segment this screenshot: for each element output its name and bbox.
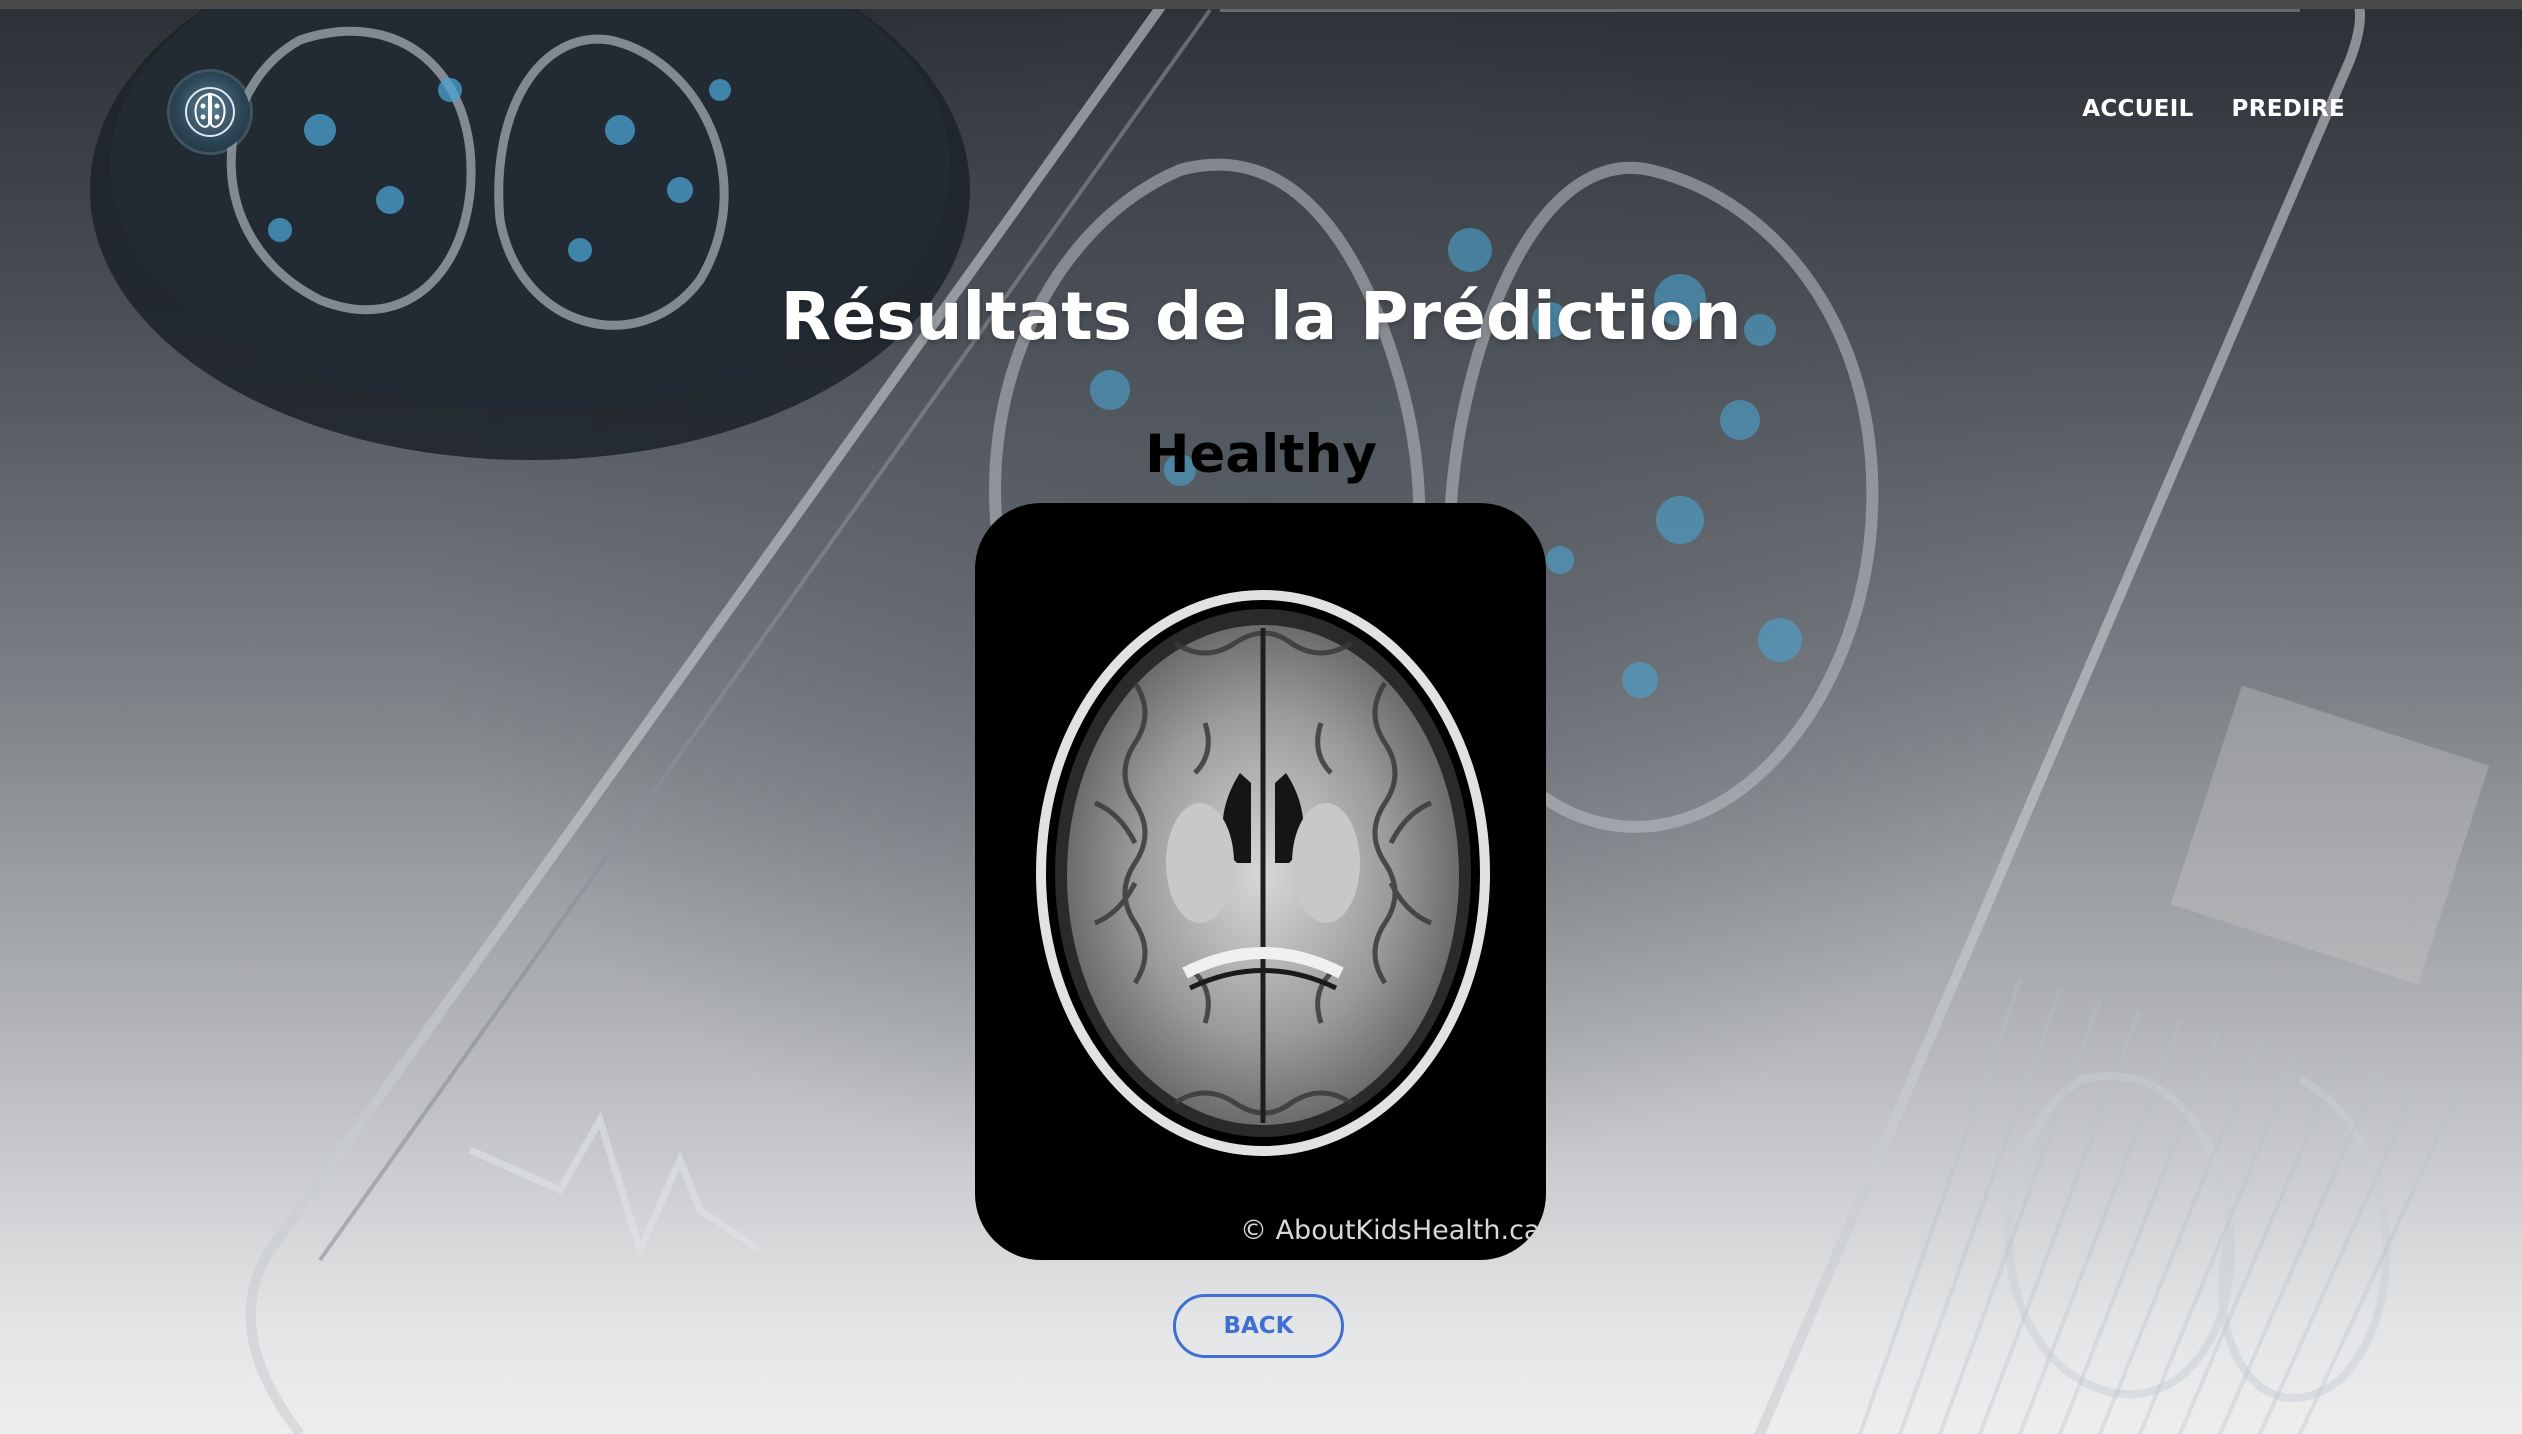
main-nav: ACCUEIL PREDIRE [2082, 96, 2345, 122]
prediction-result: Healthy [1145, 424, 1377, 485]
brain-mri-icon [1036, 590, 1490, 1156]
back-button[interactable]: BACK [1173, 1294, 1344, 1358]
page-title: Résultats de la Prédiction [780, 278, 1742, 355]
top-strip [0, 0, 2522, 9]
brain-circuit-icon[interactable] [170, 72, 250, 152]
nav-accueil[interactable]: ACCUEIL [2082, 96, 2193, 122]
mri-scan-image: © AboutKidsHealth.ca [975, 503, 1546, 1260]
nav-predire[interactable]: PREDIRE [2232, 96, 2345, 122]
logo-glyph [185, 87, 235, 137]
image-watermark: © AboutKidsHealth.ca [1240, 1215, 1541, 1246]
